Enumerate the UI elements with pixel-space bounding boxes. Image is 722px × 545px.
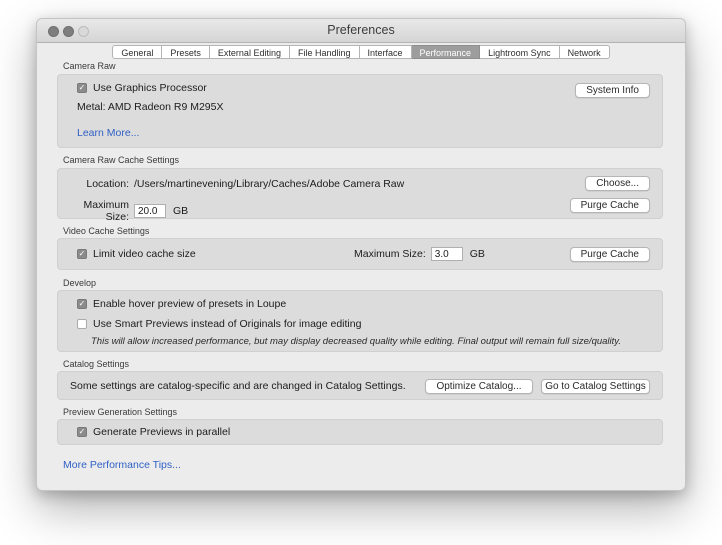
camera-raw-groupbox: ✓ Use Graphics Processor Metal: AMD Rade… [57,74,663,148]
window-title: Preferences [37,23,685,37]
limit-video-cache-label: Limit video cache size [93,248,196,260]
system-info-button[interactable]: System Info [575,83,650,98]
video-max-size-row: Maximum Size: GB [354,247,485,261]
limit-video-cache-row: ✓ Limit video cache size [77,248,196,260]
smart-previews-note: This will allow increased performance, b… [91,336,621,347]
more-performance-tips-link[interactable]: More Performance Tips... [63,459,181,471]
camera-raw-cache-groupbox: Location: /Users/martinevening/Library/C… [57,168,663,219]
preview-generation-section-label: Preview Generation Settings [63,407,177,417]
use-graphics-processor-row: ✓ Use Graphics Processor [77,82,207,94]
optimize-catalog-button[interactable]: Optimize Catalog... [425,379,533,394]
check-icon: ✓ [79,84,86,92]
hover-preview-label: Enable hover preview of presets in Loupe [93,298,286,310]
purge-cache-button[interactable]: Purge Cache [570,198,650,213]
screenshot-canvas: Preferences General Presets External Edi… [0,0,722,545]
preview-generation-groupbox: ✓ Generate Previews in parallel [57,419,663,445]
develop-section-label: Develop [63,278,96,288]
learn-more-link[interactable]: Learn More... [77,127,139,139]
camera-raw-section-label: Camera Raw [63,61,116,71]
preferences-tab-bar: General Presets External Editing File Ha… [37,45,685,59]
catalog-groupbox: Some settings are catalog-specific and a… [57,371,663,400]
check-icon: ✓ [79,300,86,308]
goto-catalog-settings-button[interactable]: Go to Catalog Settings [541,379,650,394]
generate-parallel-row: ✓ Generate Previews in parallel [77,426,230,438]
smart-previews-row: Use Smart Previews instead of Originals … [77,318,361,330]
check-icon: ✓ [79,250,86,258]
hover-preview-row: ✓ Enable hover preview of presets in Lou… [77,298,286,310]
video-max-size-label: Maximum Size: [354,248,431,260]
generate-parallel-checkbox[interactable]: ✓ [77,427,87,437]
purge-video-cache-button[interactable]: Purge Cache [570,247,650,262]
catalog-info-text: Some settings are catalog-specific and a… [70,380,406,392]
preferences-window: Preferences General Presets External Edi… [36,18,686,491]
title-bar[interactable]: Preferences [37,19,685,43]
gb-unit-label: GB [173,205,188,217]
tab-external-editing[interactable]: External Editing [210,45,290,59]
tab-file-handling[interactable]: File Handling [290,45,360,59]
video-cache-groupbox: ✓ Limit video cache size Maximum Size: G… [57,238,663,270]
tab-performance[interactable]: Performance [412,45,481,59]
tab-interface[interactable]: Interface [360,45,412,59]
location-value: /Users/martinevening/Library/Caches/Adob… [134,178,404,190]
max-size-input[interactable] [134,204,166,218]
tab-general[interactable]: General [112,45,162,59]
develop-groupbox: ✓ Enable hover preview of presets in Lou… [57,290,663,352]
tab-network[interactable]: Network [560,45,610,59]
use-graphics-processor-checkbox[interactable]: ✓ [77,83,87,93]
generate-parallel-label: Generate Previews in parallel [93,426,230,438]
smart-previews-label: Use Smart Previews instead of Originals … [93,318,361,330]
tab-lightroom-sync[interactable]: Lightroom Sync [480,45,560,59]
camera-raw-cache-section-label: Camera Raw Cache Settings [63,155,179,165]
metal-info-text: Metal: AMD Radeon R9 M295X [77,101,224,113]
cache-max-size-row: Maximum Size: GB [70,199,188,223]
gb-unit-label: GB [470,248,485,260]
cache-location-row: Location: /Users/martinevening/Library/C… [70,178,404,190]
use-graphics-processor-label: Use Graphics Processor [93,82,207,94]
check-icon: ✓ [79,428,86,436]
choose-button[interactable]: Choose... [585,176,650,191]
location-label: Location: [70,178,134,190]
video-max-size-input[interactable] [431,247,463,261]
max-size-label: Maximum Size: [70,199,134,223]
limit-video-cache-checkbox[interactable]: ✓ [77,249,87,259]
hover-preview-checkbox[interactable]: ✓ [77,299,87,309]
smart-previews-checkbox[interactable] [77,319,87,329]
catalog-section-label: Catalog Settings [63,359,129,369]
tab-presets[interactable]: Presets [162,45,210,59]
video-cache-section-label: Video Cache Settings [63,226,149,236]
